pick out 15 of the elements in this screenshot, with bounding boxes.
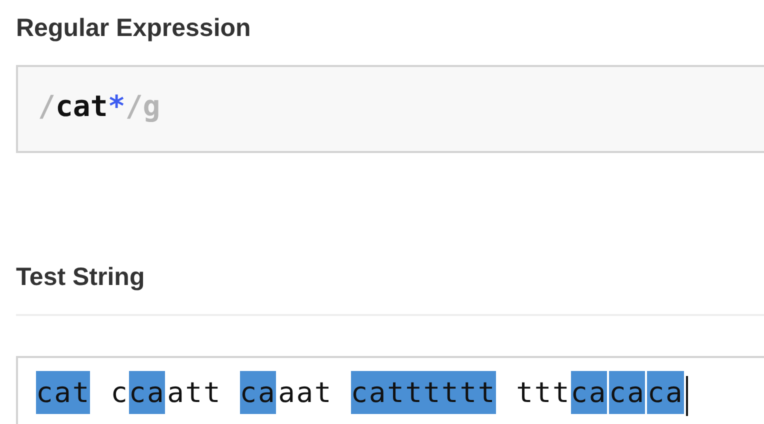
test-string-field[interactable]: cat c ca att ca aat catttttt ttt ca ca ca (16, 356, 764, 424)
section-heading: Test String (16, 263, 146, 292)
match-highlight: ca (608, 371, 648, 414)
match-highlight: ca (570, 371, 609, 414)
section-heading: Regular Expression (16, 14, 252, 43)
match-highlight: ca (647, 371, 686, 414)
match-highlight: ca (128, 371, 168, 414)
regex-input-field[interactable]: /cat*/g (16, 65, 764, 153)
test-text: aat (278, 376, 334, 409)
test-text: ttt (515, 376, 571, 409)
test-text: att (167, 376, 223, 409)
test-text: c (110, 376, 129, 409)
match-highlight: cat (36, 371, 92, 414)
match-highlight: catttttt (350, 371, 498, 414)
match-highlight: ca (240, 371, 278, 414)
